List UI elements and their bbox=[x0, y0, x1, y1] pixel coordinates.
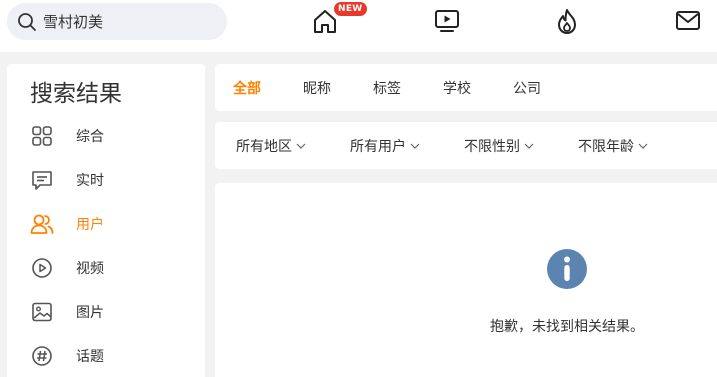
empty-result-message: 抱歉，未找到相关结果。 bbox=[490, 319, 644, 335]
sidebar-item-label: 话题 bbox=[76, 349, 104, 365]
message-icon bbox=[30, 168, 54, 192]
tab-tags[interactable]: 标签 bbox=[373, 78, 401, 98]
new-badge: NEW bbox=[334, 2, 367, 16]
tab-nickname[interactable]: 昵称 bbox=[303, 78, 331, 98]
filter-label: 不限年龄 bbox=[578, 139, 634, 155]
tab-company[interactable]: 公司 bbox=[513, 78, 541, 98]
sidebar-item-images[interactable]: 图片 bbox=[30, 297, 200, 327]
sidebar-item-topics[interactable]: 话题 bbox=[30, 341, 200, 371]
play-circle-icon bbox=[30, 256, 54, 280]
chevron-down-icon bbox=[638, 141, 648, 151]
sidebar-item-label: 视频 bbox=[76, 261, 104, 277]
search-box[interactable]: 雪村初美 bbox=[7, 3, 227, 40]
filter-gender-dropdown[interactable]: 不限性别 bbox=[464, 136, 534, 156]
chevron-down-icon bbox=[410, 141, 420, 151]
tab-all[interactable]: 全部 bbox=[233, 78, 261, 98]
sidebar-item-label: 用户 bbox=[76, 217, 104, 233]
sidebar-title: 搜索结果 bbox=[30, 81, 122, 107]
info-icon bbox=[547, 249, 587, 289]
filter-user-type-dropdown[interactable]: 所有用户 bbox=[350, 136, 420, 156]
hot-icon[interactable] bbox=[552, 6, 582, 36]
chevron-down-icon bbox=[524, 141, 534, 151]
sidebar-item-label: 综合 bbox=[76, 129, 104, 145]
chevron-down-icon bbox=[296, 141, 306, 151]
sidebar-item-video[interactable]: 视频 bbox=[30, 253, 200, 283]
search-input[interactable]: 雪村初美 bbox=[43, 11, 103, 32]
sidebar-item-realtime[interactable]: 实时 bbox=[30, 165, 200, 195]
filter-label: 所有用户 bbox=[350, 139, 406, 155]
filter-label: 不限性别 bbox=[464, 139, 520, 155]
filter-region-dropdown[interactable]: 所有地区 bbox=[236, 136, 306, 156]
users-icon bbox=[30, 212, 54, 236]
sidebar-item-label: 图片 bbox=[76, 305, 104, 321]
hashtag-icon bbox=[30, 344, 54, 368]
top-bar: 雪村初美 NEW bbox=[0, 0, 717, 52]
filter-label: 所有地区 bbox=[236, 139, 292, 155]
results-panel: 抱歉，未找到相关结果。 bbox=[215, 183, 717, 377]
mail-icon[interactable] bbox=[673, 6, 703, 36]
grid-icon bbox=[30, 124, 54, 148]
result-tabs: 全部 昵称 标签 学校 公司 bbox=[215, 64, 717, 111]
sidebar-item-comprehensive[interactable]: 综合 bbox=[30, 121, 200, 151]
sidebar-item-users[interactable]: 用户 bbox=[30, 209, 200, 239]
video-icon[interactable] bbox=[432, 6, 462, 36]
sidebar: 搜索结果 综合 实时 用户 视频 图片 话题 bbox=[7, 64, 205, 377]
tab-school[interactable]: 学校 bbox=[443, 78, 471, 98]
search-icon[interactable] bbox=[17, 12, 37, 32]
filter-age-dropdown[interactable]: 不限年龄 bbox=[578, 136, 648, 156]
image-icon bbox=[30, 300, 54, 324]
filter-bar: 所有地区 所有用户 不限性别 不限年龄 bbox=[215, 122, 717, 169]
sidebar-item-label: 实时 bbox=[76, 173, 104, 189]
